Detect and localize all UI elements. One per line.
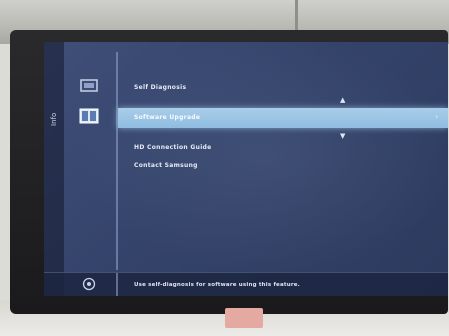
monitor-icon[interactable] — [78, 78, 100, 94]
menu-icon-column — [64, 42, 116, 272]
side-panel: Info — [44, 42, 64, 296]
chevron-down-icon[interactable]: ▼ — [340, 133, 345, 140]
menu-item-software-upgrade[interactable]: Software Upgrade — [118, 108, 448, 128]
monitor-logo-sticker — [225, 308, 263, 328]
help-bar: Use self-diagnosis for software using th… — [44, 272, 448, 296]
side-tab-label[interactable]: Info — [48, 100, 60, 138]
help-text: Use self-diagnosis for software using th… — [134, 282, 300, 288]
menu-item-hd-connection-guide[interactable]: HD Connection Guide — [118, 140, 448, 156]
osd-screen: Info Self Diagnosis Software Upgrade HD … — [44, 42, 448, 296]
help-bar-divider — [116, 273, 118, 296]
menu-item-contact-samsung[interactable]: Contact Samsung — [118, 158, 448, 174]
support-icon[interactable] — [78, 108, 100, 124]
menu-item-self-diagnosis[interactable]: Self Diagnosis — [118, 78, 448, 98]
chevron-up-icon[interactable]: ▲ — [340, 97, 345, 104]
menu-list: Self Diagnosis Software Upgrade HD Conne… — [118, 42, 448, 272]
chevron-right-icon[interactable]: › — [435, 114, 438, 121]
help-icon — [82, 277, 96, 291]
